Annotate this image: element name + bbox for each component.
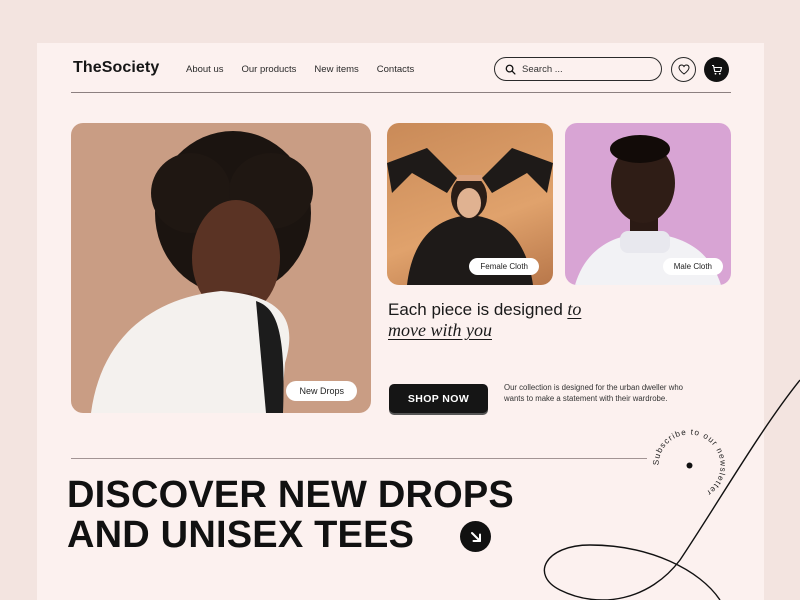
collection-blurb: Our collection is designed for the urban… <box>504 383 683 403</box>
search-icon <box>505 64 516 75</box>
arrow-down-right-icon <box>470 531 481 542</box>
nav-our-products[interactable]: Our products <box>242 64 297 75</box>
headline-line-2: AND UNISEX TEES <box>67 514 415 556</box>
header-divider <box>71 92 731 93</box>
main-nav: About us Our products New items Contacts <box>186 64 414 75</box>
tagline: Each piece is designed to move with you <box>388 299 688 341</box>
landing-page: TheSociety About us Our products New ite… <box>37 43 764 600</box>
male-cloth-label[interactable]: Male Cloth <box>662 258 723 275</box>
nav-about-us[interactable]: About us <box>186 64 224 75</box>
newsletter-badge[interactable]: Subscribe to our newsletter <box>647 423 732 508</box>
tagline-lead: Each piece is designed <box>388 300 563 319</box>
heart-icon <box>677 64 690 75</box>
badge-center-dot <box>686 462 693 469</box>
nav-contacts[interactable]: Contacts <box>377 64 415 75</box>
nav-new-items[interactable]: New items <box>314 64 358 75</box>
new-drops-card[interactable]: New Drops <box>71 123 371 413</box>
woman-portrait-image <box>91 131 313 413</box>
new-drops-label[interactable]: New Drops <box>286 381 357 401</box>
discover-arrow-button[interactable] <box>460 521 491 552</box>
section-divider <box>71 458 647 459</box>
female-cloth-card[interactable]: Female Cloth <box>387 123 553 285</box>
hero-headline: DISCOVER NEW DROPS AND UNISEX TEES <box>67 475 514 555</box>
male-cloth-card[interactable]: Male Cloth <box>565 123 731 285</box>
headline-line-1: DISCOVER NEW DROPS <box>67 474 514 516</box>
wishlist-button[interactable] <box>671 57 696 82</box>
female-cloth-label[interactable]: Female Cloth <box>469 258 539 275</box>
cart-button[interactable] <box>704 57 729 82</box>
cart-icon <box>711 64 722 75</box>
tagline-emph-rest: move with you <box>388 320 492 340</box>
tagline-emph-to: to <box>567 299 582 319</box>
shop-now-button[interactable]: SHOP NOW <box>389 384 488 413</box>
search-placeholder: Search ... <box>522 63 563 75</box>
brand-logo[interactable]: TheSociety <box>73 59 159 77</box>
search-input[interactable]: Search ... <box>494 57 662 81</box>
